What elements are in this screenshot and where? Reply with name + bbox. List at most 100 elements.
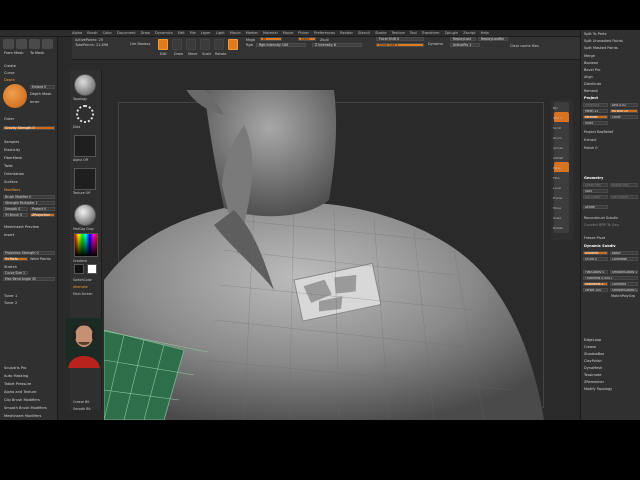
tuner-1[interactable]: Tuner 1 [4,294,17,298]
alpha-texture-section[interactable]: Alpha and Texture [4,390,36,394]
del-higher-button[interactable]: Del Higher [610,195,638,199]
projection-strength-slider[interactable]: Projection Strength 0 [3,251,55,255]
clear-cache-button[interactable]: Clear cache files [510,44,539,48]
reconstruct-subdiv[interactable]: Reconstruct Subdiv [584,216,618,220]
edge-loop-section[interactable]: EdgeLoop [584,338,601,342]
to-mesh-button[interactable]: To Mesh [30,51,44,55]
auto-masking-section[interactable]: Auto Masking [4,374,28,378]
qgrid-slider[interactable]: QGrid 0 [583,257,608,261]
tri-brush-slider[interactable]: Tri Brush 0 [3,213,28,217]
apply-button[interactable]: Apply [610,251,638,255]
tablet-pressure-section[interactable]: Tablet Pressure [4,382,31,386]
menu-document[interactable]: Document [117,31,136,35]
meshinsert-preview[interactable]: MeshInsert Preview [4,225,39,229]
bevel-pro-section[interactable]: Bevel Pro [584,68,600,72]
depth-section[interactable]: Depth [4,78,15,82]
alternate-button[interactable]: Alternate [73,285,88,289]
align-section[interactable]: Align [584,75,593,79]
menu-stencil[interactable]: Stencil [358,31,370,35]
lightbox-button[interactable]: Lite Boxbox [130,42,150,46]
brush-thumb-1[interactable] [3,39,14,49]
crease-section[interactable]: Crease [584,345,596,349]
main-screen-button[interactable]: Main Screen [73,292,93,296]
orientation-section[interactable]: Orientation [4,172,24,176]
menu-layer[interactable]: Layer [201,31,211,35]
from-mesh-button[interactable]: From Mesh [4,51,24,55]
fibermesh-section[interactable]: FiberMesh [4,156,22,160]
zsub-toggle[interactable]: Zsub [320,38,329,42]
alpha-off-icon[interactable] [74,135,96,157]
draw-mode-button[interactable] [172,39,182,50]
project-bas-relief[interactable]: Project BasRelief [584,130,613,134]
texture-off-icon[interactable] [74,168,96,190]
polish-slider[interactable]: Polish 0 [584,146,597,150]
color-picker-icon[interactable] [74,233,98,257]
curve-section[interactable]: Curve [4,71,15,75]
zremesher-section[interactable]: ZRemesher [584,380,604,384]
mean-slider[interactable]: Mean 25 [583,109,608,113]
replay-last-button[interactable]: ReplayLast [450,37,476,41]
sdiv-slider[interactable]: SDiv [583,189,608,193]
smooth-brush-modifiers-section[interactable]: Smooth Brush Modifiers [4,406,47,410]
remesh-section[interactable]: Remesh [584,89,598,93]
smooth-slider[interactable]: Smooth 0 [3,207,28,211]
flat-subdiv-slider[interactable]: FlatSubdiv 0 [583,270,608,274]
rgb-intensity-slider[interactable]: Rgb Intensity 100 [256,43,306,47]
rotate-mode-button[interactable] [214,39,224,50]
project-section[interactable]: Project [584,96,598,100]
extract-section[interactable]: Extract [584,138,597,142]
smooth-subdiv-b-slider[interactable]: SmoothSubdiv 0 [610,288,638,292]
farthest-toggle[interactable]: Farthest [583,115,608,119]
menu-edit[interactable]: Edit [178,31,185,35]
del-lower-button[interactable]: Del Lower [583,195,608,199]
dynamic-subdiv-section[interactable]: Dynamic Subdiv [584,244,616,248]
protect-slider[interactable]: Protect 0 [30,207,55,211]
convert-bpr[interactable]: Convert BPR To Geo [584,223,619,227]
dist-slider[interactable]: Dist 0.02 [610,103,638,107]
menu-preferences[interactable]: Preferences [314,31,335,35]
stretch-toggle[interactable]: Stretch [4,265,17,269]
distribute-section[interactable]: Distribute [584,82,601,86]
viewport-canvas[interactable] [104,90,574,420]
zprojection-toggle[interactable]: ZProjection [30,213,55,217]
strength-multiplier-slider[interactable]: Strength Multiplier 1 [3,201,55,205]
brush-thumb-3[interactable] [29,39,40,49]
inner-slider[interactable]: Inner [30,100,39,104]
dynamic-toggle[interactable]: Dynamic [428,42,443,46]
move-mode-button[interactable] [186,39,196,50]
twist-section[interactable]: Twist [4,164,13,168]
switch-color-button[interactable]: SwitchColor [73,278,92,282]
menu-zscript[interactable]: Zscript [463,31,475,35]
inner-toggle[interactable]: Inner [583,121,608,125]
lower-res-button[interactable]: Lower Res [583,183,608,187]
stroke-dots-icon[interactable] [76,105,94,123]
outer-slider[interactable]: Outer [4,117,14,121]
main-color-swatch[interactable] [87,264,97,274]
menu-help[interactable]: Help [481,31,489,35]
segments-slider[interactable]: Segments 1 [583,282,608,286]
brush-thumb-4[interactable] [42,39,53,49]
menu-movie[interactable]: Movie [283,31,294,35]
draw-size-slider[interactable]: Draw Size 1 [376,43,424,47]
brush-preview-icon[interactable] [74,74,96,96]
divide-button[interactable]: Divide [583,205,608,209]
merge-section[interactable]: Merge [584,54,595,58]
claypolish-section[interactable]: ClayPolish [584,359,602,363]
gravity-strength-slider[interactable]: Gravity Strength 0 [3,126,55,130]
zadd-toggle[interactable]: Zadd [298,37,316,41]
scale-mode-button[interactable] [200,39,210,50]
elasticity-section[interactable]: Elasticity [4,148,20,152]
weld-points-toggle[interactable]: Weld Points [30,257,51,261]
sculptris-pro-section[interactable]: Sculptris Pro [4,366,26,370]
material-sphere-icon[interactable] [74,204,96,226]
depth-gizmo[interactable] [3,84,27,108]
modify-topology-section[interactable]: Modify Topology [584,387,612,391]
menu-macro[interactable]: Macro [230,31,241,35]
menu-texture[interactable]: Texture [392,31,405,35]
depth-mask-toggle[interactable]: Depth Mask [30,92,51,96]
surface-section[interactable]: Surface [4,180,18,184]
shadowbox-section[interactable]: ShadowBox [584,352,604,356]
menu-zplugin[interactable]: Zplugin [445,31,459,35]
geometry-section[interactable]: Geometry [584,176,603,180]
crease-bit-button[interactable]: Crease Bit [73,400,89,404]
